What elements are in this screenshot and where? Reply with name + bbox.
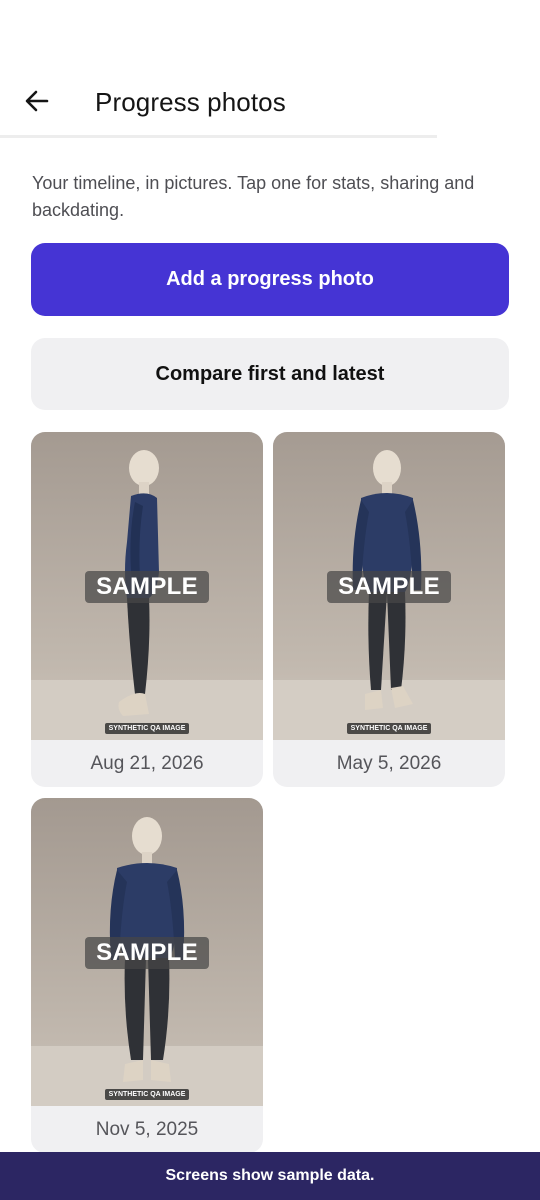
progress-photo: SAMPLE SYNTHETIC QA IMAGE <box>273 432 505 740</box>
app-bar: Progress photos <box>0 62 437 138</box>
photo-date: Aug 21, 2026 <box>90 752 204 774</box>
photo-card[interactable]: SAMPLE SYNTHETIC QA IMAGE Aug 21, 2026 <box>31 432 263 787</box>
progress-photos-screen: Progress photos Your timeline, in pictur… <box>0 0 540 1200</box>
sample-watermark: SAMPLE <box>85 937 209 969</box>
synthetic-tag: SYNTHETIC QA IMAGE <box>105 1089 189 1100</box>
photo-card[interactable]: SAMPLE SYNTHETIC QA IMAGE May 5, 2026 <box>273 432 505 787</box>
page-subtitle: Your timeline, in pictures. Tap one for … <box>32 173 475 220</box>
photo-date: May 5, 2026 <box>336 752 442 774</box>
synthetic-tag: SYNTHETIC QA IMAGE <box>105 723 189 734</box>
sample-data-banner: Screens show sample data. <box>0 1152 540 1200</box>
synthetic-tag: SYNTHETIC QA IMAGE <box>347 723 431 734</box>
compare-photos-button[interactable]: Compare first and latest <box>31 338 509 410</box>
arrow-left-icon[interactable] <box>22 86 52 116</box>
sample-watermark: SAMPLE <box>85 571 209 603</box>
photo-card[interactable]: SAMPLE SYNTHETIC QA IMAGE Nov 5, 2025 <box>31 798 263 1153</box>
sample-watermark: SAMPLE <box>327 571 451 603</box>
page-title: Progress photos <box>95 87 286 117</box>
photo-date: Nov 5, 2025 <box>95 1118 199 1140</box>
add-progress-photo-button[interactable]: Add a progress photo <box>31 243 509 316</box>
progress-photo: SAMPLE SYNTHETIC QA IMAGE <box>31 798 263 1106</box>
progress-photo: SAMPLE SYNTHETIC QA IMAGE <box>31 432 263 740</box>
